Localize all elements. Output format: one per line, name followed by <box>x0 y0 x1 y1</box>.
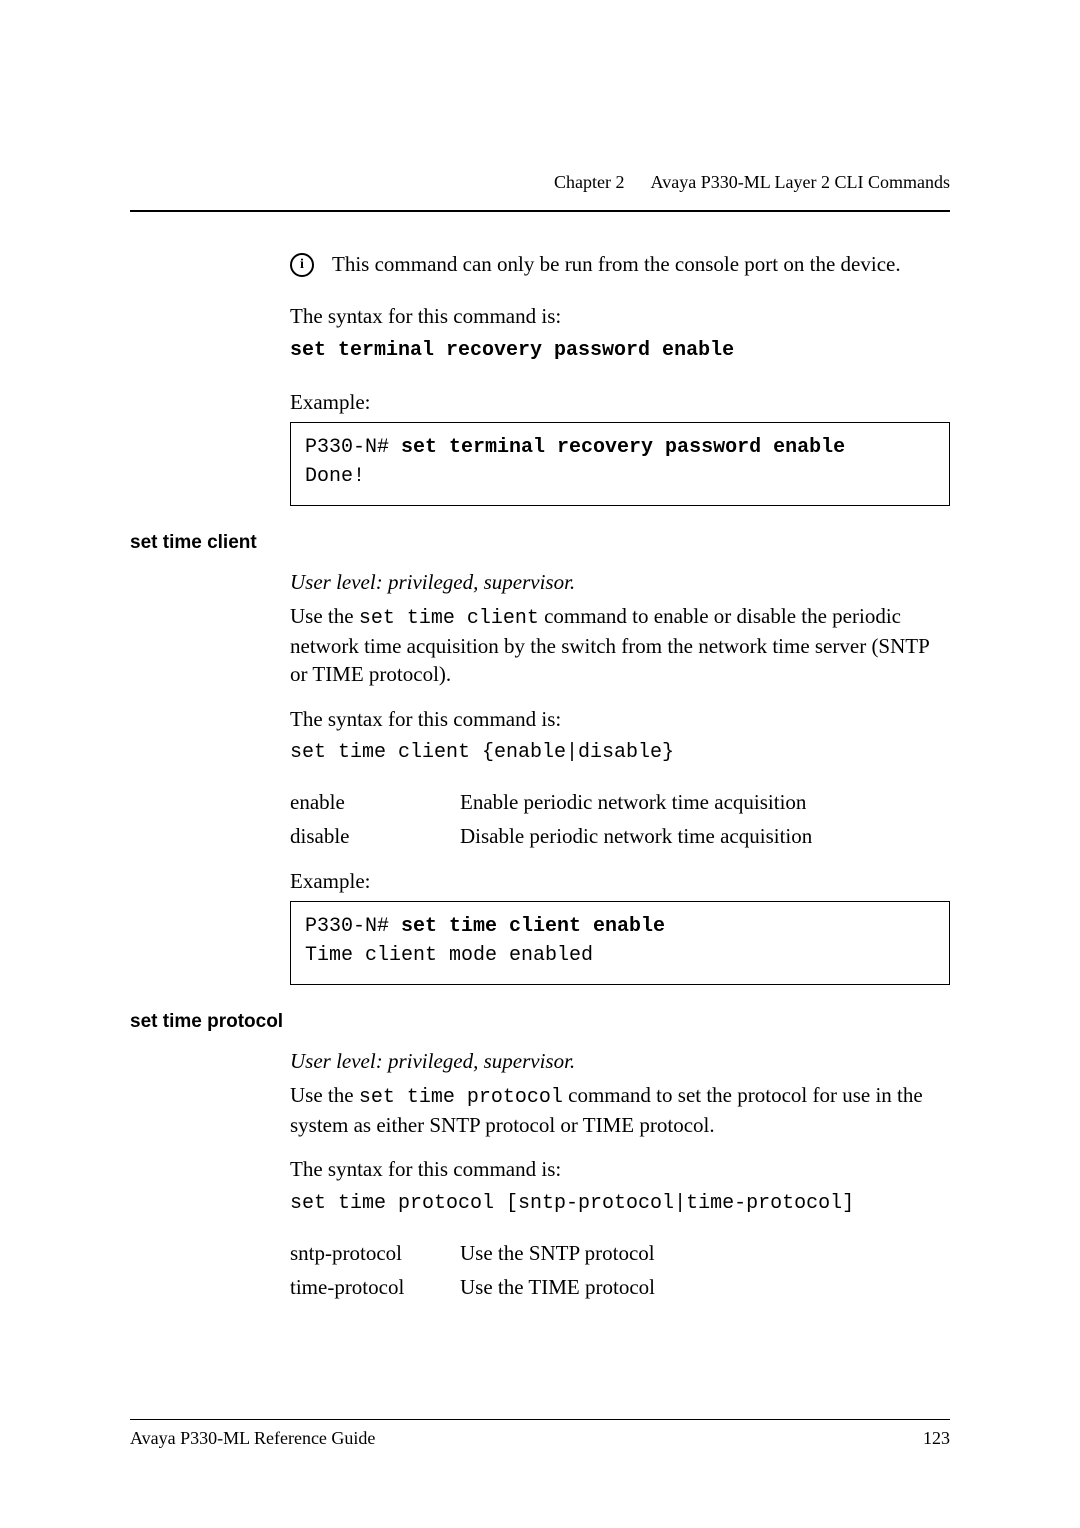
footer-rule <box>130 1419 950 1420</box>
param-desc: Use the SNTP protocol <box>460 1239 950 1267</box>
syntax-label: The syntax for this command is: <box>290 705 950 733</box>
param-key: disable <box>290 822 460 850</box>
param-desc: Disable periodic network time acquisitio… <box>460 822 950 850</box>
param-key: enable <box>290 788 460 816</box>
param-key: sntp-protocol <box>290 1239 460 1267</box>
info-note-text: This command can only be run from the co… <box>332 250 901 278</box>
param-row: disable Disable periodic network time ac… <box>290 822 950 850</box>
syntax-command: set time protocol [sntp-protocol|time-pr… <box>290 1190 950 1217</box>
param-desc: Enable periodic network time acquisition <box>460 788 950 816</box>
example-label: Example: <box>290 867 950 895</box>
user-level: User level: privileged, supervisor. <box>290 568 950 596</box>
desc-pre: Use the <box>290 1083 359 1107</box>
page-body: i This command can only be run from the … <box>290 250 950 1301</box>
syntax-command: set terminal recovery password enable <box>290 337 950 364</box>
example-code-block: P330-N# set terminal recovery password e… <box>290 422 950 506</box>
chapter-label: Chapter 2 <box>554 172 624 192</box>
command-description: Use the set time protocol command to set… <box>290 1081 950 1139</box>
example-prompt: P330-N# <box>305 915 401 938</box>
running-header: Chapter 2 Avaya P330-ML Layer 2 CLI Comm… <box>554 170 950 194</box>
param-row: time-protocol Use the TIME protocol <box>290 1273 950 1301</box>
example-output: Done! <box>305 465 365 488</box>
example-prompt: P330-N# <box>305 436 401 459</box>
example-label: Example: <box>290 388 950 416</box>
syntax-label: The syntax for this command is: <box>290 1155 950 1183</box>
header-rule <box>130 210 950 212</box>
footer-page-number: 123 <box>923 1426 950 1450</box>
syntax-label: The syntax for this command is: <box>290 302 950 330</box>
param-row: enable Enable periodic network time acqu… <box>290 788 950 816</box>
param-desc: Use the TIME protocol <box>460 1273 950 1301</box>
param-row: sntp-protocol Use the SNTP protocol <box>290 1239 950 1267</box>
desc-cmd: set time protocol <box>359 1086 563 1109</box>
example-code-block: P330-N# set time client enable Time clie… <box>290 901 950 985</box>
info-icon: i <box>290 253 314 277</box>
section-heading-time-protocol: set time protocol <box>130 1009 950 1035</box>
example-command: set time client enable <box>401 915 665 938</box>
param-key: time-protocol <box>290 1273 460 1301</box>
command-description: Use the set time client command to enabl… <box>290 602 950 689</box>
info-note-row: i This command can only be run from the … <box>290 250 950 284</box>
user-level: User level: privileged, supervisor. <box>290 1047 950 1075</box>
section-heading-time-client: set time client <box>130 530 950 556</box>
footer-doc-title: Avaya P330-ML Reference Guide <box>130 1426 375 1450</box>
desc-pre: Use the <box>290 604 359 628</box>
syntax-command: set time client {enable|disable} <box>290 739 950 766</box>
example-output: Time client mode enabled <box>305 944 593 967</box>
example-command: set terminal recovery password enable <box>401 436 845 459</box>
chapter-title: Avaya P330-ML Layer 2 CLI Commands <box>651 172 950 192</box>
desc-cmd: set time client <box>359 607 539 630</box>
